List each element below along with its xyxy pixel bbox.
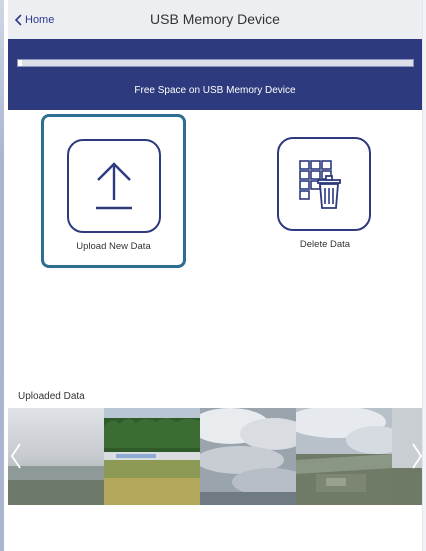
grid-trash-icon — [299, 160, 341, 209]
chevron-right-icon — [412, 443, 423, 469]
delete-data-label: Delete Data — [299, 239, 351, 250]
upload-new-data-label: Upload New Data — [76, 241, 151, 252]
delete-icon-box — [277, 137, 371, 231]
thumbnail-forest-field[interactable] — [104, 408, 200, 505]
free-space-progress-bar — [17, 59, 414, 67]
carousel-next-button[interactable] — [410, 441, 424, 471]
uploaded-data-label: Uploaded Data — [18, 391, 85, 402]
free-space-progress-fill — [18, 60, 22, 66]
thumbnail-aerial-clouds[interactable] — [296, 408, 392, 505]
upload-icon-box — [67, 139, 161, 233]
thumbnail-cloudy-sky[interactable] — [200, 408, 296, 505]
free-space-label: Free Space on USB Memory Device — [134, 85, 296, 96]
carousel-prev-button[interactable] — [9, 441, 23, 471]
window-frame-left — [0, 0, 4, 551]
uploaded-data-carousel — [8, 408, 422, 505]
upload-new-data-button[interactable]: Upload New Data — [41, 114, 186, 268]
chevron-left-icon — [10, 443, 21, 469]
upload-arrow-icon — [96, 162, 132, 210]
page-title: USB Memory Device — [150, 11, 280, 27]
top-bar: Home USB Memory Device — [8, 0, 422, 40]
free-space-panel: Free Space on USB Memory Device — [8, 39, 422, 110]
delete-data-button[interactable]: Delete Data — [260, 114, 390, 268]
